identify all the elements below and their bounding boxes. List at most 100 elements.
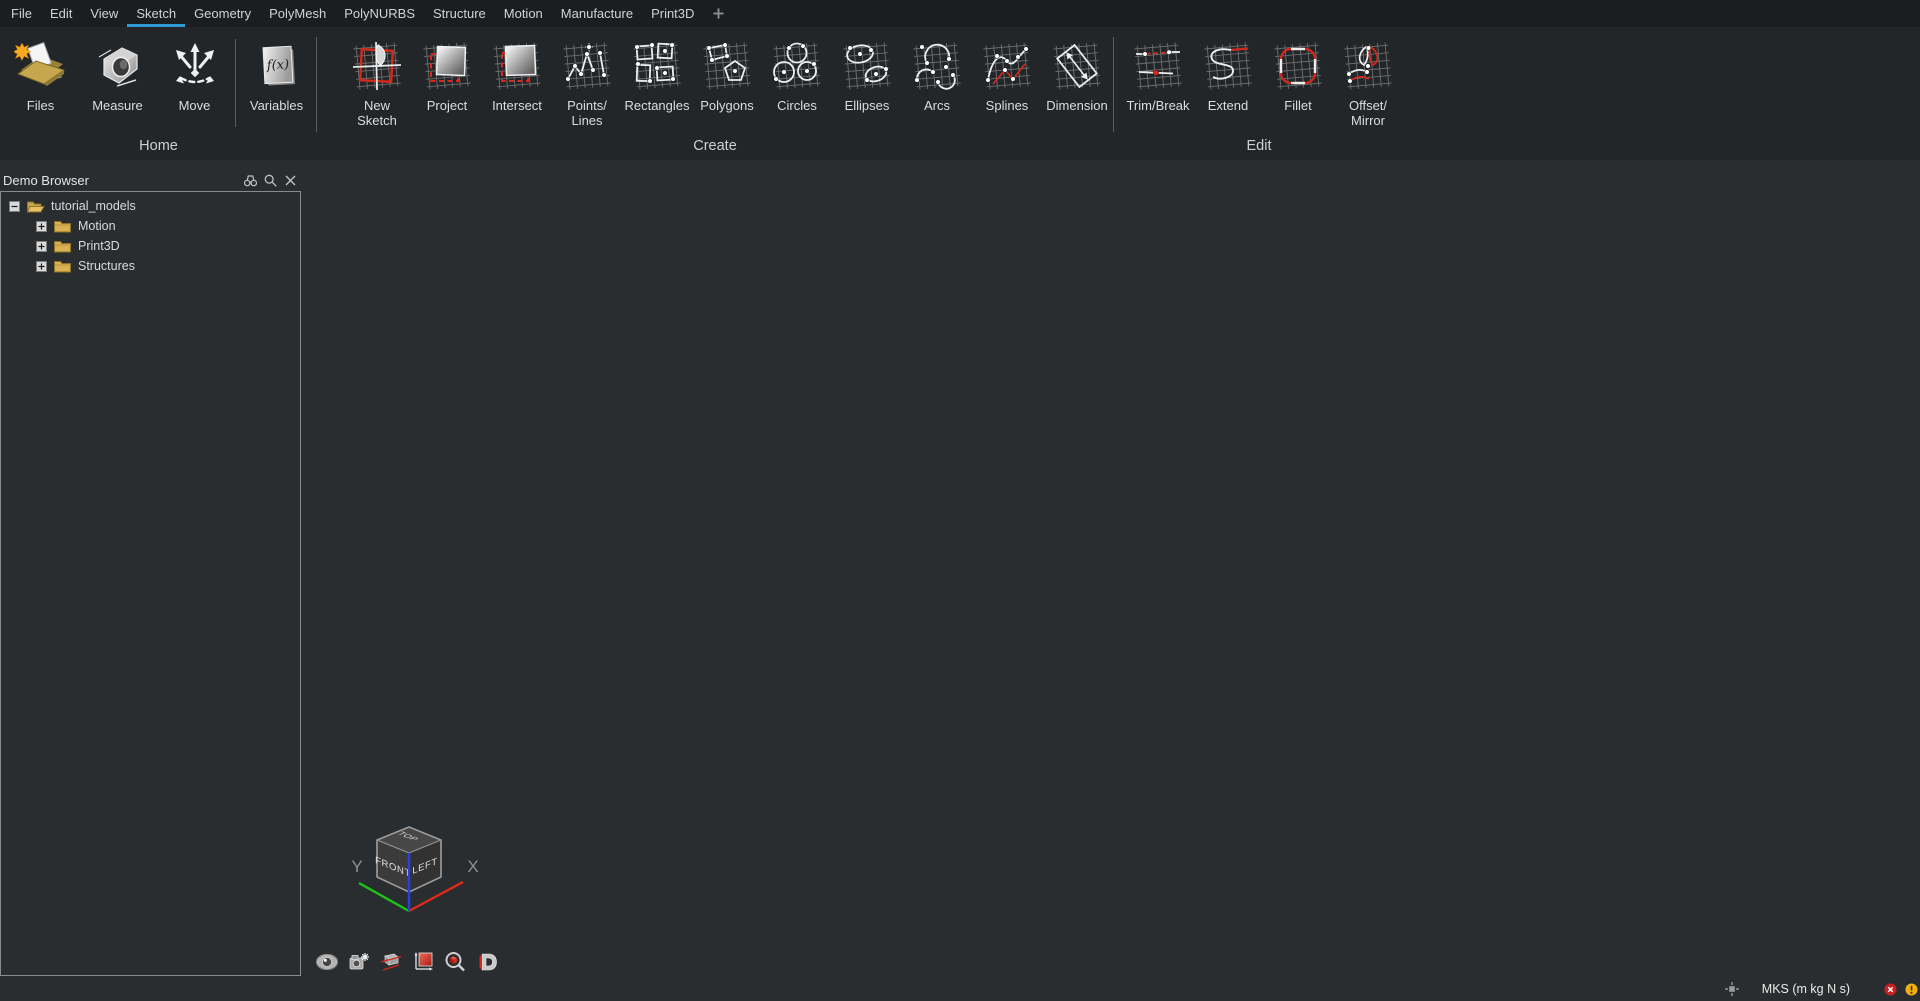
- view-cube[interactable]: Y X TOP FRONT LEFT: [345, 812, 485, 922]
- points-lines-icon: [560, 39, 614, 93]
- intersect-icon: [490, 39, 544, 93]
- tree-item-tutorial-models[interactable]: tutorial_models: [1, 196, 300, 216]
- ribbon-button-extend[interactable]: Extend: [1193, 39, 1263, 114]
- ribbon-button-intersect[interactable]: Intersect: [482, 39, 552, 114]
- snap-target-icon[interactable]: [1724, 981, 1740, 997]
- ribbon-button-points-lines[interactable]: Points/ Lines: [552, 39, 622, 128]
- ribbon-button-variables[interactable]: f(x)Variables: [238, 39, 315, 114]
- ribbon-group-label: Create: [318, 138, 1112, 160]
- folder-closed-icon: [53, 239, 72, 254]
- menu-item-view[interactable]: View: [81, 0, 127, 27]
- ribbon-group-create: New Sketch Project Intersect Points/ LinesR…: [318, 27, 1112, 160]
- tree-item-motion[interactable]: Motion: [1, 216, 300, 236]
- ribbon-toolbar: FilesMeasureMovef(x)VariablesHomeNew Ske…: [0, 27, 1920, 160]
- fillet-icon: [1271, 39, 1325, 93]
- ribbon-button-label: Extend: [1208, 99, 1248, 114]
- tree-plus-icon[interactable]: [36, 261, 47, 272]
- error-badge-icon[interactable]: [1884, 983, 1897, 996]
- ribbon-button-files[interactable]: Files: [2, 39, 79, 114]
- tree-item-print3d[interactable]: Print3D: [1, 236, 300, 256]
- project-icon: [420, 39, 474, 93]
- warning-badge-icon[interactable]: [1905, 983, 1918, 996]
- snapshot-camera-icon[interactable]: [347, 950, 371, 974]
- menu-item-structure[interactable]: Structure: [424, 0, 495, 27]
- files-icon: [14, 39, 68, 93]
- ribbon-button-label: Files: [27, 99, 54, 114]
- folder-closed-icon: [53, 259, 72, 274]
- ribbon-button-arcs[interactable]: Arcs: [902, 39, 972, 114]
- ribbon-button-project[interactable]: Project: [412, 39, 482, 114]
- tree-plus-icon[interactable]: [36, 221, 47, 232]
- ribbon-button-label: Offset/ Mirror: [1349, 99, 1387, 128]
- menu-item-motion[interactable]: Motion: [495, 0, 552, 27]
- tree-item-label: Motion: [78, 219, 116, 233]
- ribbon-button-label: Polygons: [700, 99, 753, 114]
- status-bar: MKS (m kg N s): [1724, 981, 1918, 997]
- ribbon-group-separator: [1113, 37, 1114, 132]
- plus-icon: [712, 7, 725, 23]
- ribbon-button-label: Ellipses: [845, 99, 890, 114]
- ribbon-button-label: Measure: [92, 99, 143, 114]
- axis-label-x: X: [467, 857, 478, 876]
- rectangles-icon: [630, 39, 684, 93]
- menu-item-edit[interactable]: Edit: [41, 0, 81, 27]
- folder-closed-icon: [53, 219, 72, 234]
- ribbon-button-fillet[interactable]: Fillet: [1263, 39, 1333, 114]
- ribbon-button-rectangles[interactable]: Rectangles: [622, 39, 692, 114]
- demo-browser-panel: Demo Browser tutorial_models Motion Print3…: [0, 170, 301, 976]
- search-icon[interactable]: [263, 173, 278, 188]
- polygons-icon: [700, 39, 754, 93]
- perspective-d-icon[interactable]: [475, 950, 499, 974]
- units-selector[interactable]: MKS (m kg N s): [1762, 982, 1850, 996]
- menu-item-geometry[interactable]: Geometry: [185, 0, 260, 27]
- move-icon: [168, 39, 222, 93]
- menu-item-manufacture[interactable]: Manufacture: [552, 0, 642, 27]
- add-ribbon-tab-button[interactable]: [703, 0, 734, 27]
- ribbon-button-offset-mirror[interactable]: Offset/ Mirror: [1333, 39, 1403, 128]
- close-icon[interactable]: [283, 173, 298, 188]
- ribbon-button-move[interactable]: Move: [156, 39, 233, 114]
- visibility-eye-icon[interactable]: [315, 950, 339, 974]
- tree-minus-icon[interactable]: [9, 201, 20, 212]
- menu-item-print3d[interactable]: Print3D: [642, 0, 703, 27]
- tree-item-label: tutorial_models: [51, 199, 136, 213]
- ribbon-group-edit: Trim/Break Extend Fillet Offset/ Mirror Edit: [1115, 27, 1403, 160]
- view-controls-toolbar: [315, 950, 499, 974]
- plane-axes-icon[interactable]: [411, 950, 435, 974]
- section-plane-icon[interactable]: [379, 950, 403, 974]
- ribbon-group-label: Edit: [1115, 138, 1403, 160]
- ribbon-button-label: Splines: [986, 99, 1029, 114]
- measure-icon: [91, 39, 145, 93]
- folder-open-icon: [26, 199, 45, 214]
- dimension-icon: [1050, 39, 1104, 93]
- menu-item-polymesh[interactable]: PolyMesh: [260, 0, 335, 27]
- ribbon-button-label: Move: [179, 99, 211, 114]
- ribbon-button-label: Arcs: [924, 99, 950, 114]
- ribbon-button-splines[interactable]: Splines: [972, 39, 1042, 114]
- circles-icon: [770, 39, 824, 93]
- ribbon-button-ellipses[interactable]: Ellipses: [832, 39, 902, 114]
- ribbon-button-trim-break[interactable]: Trim/Break: [1123, 39, 1193, 114]
- splines-icon: [980, 39, 1034, 93]
- tree-plus-icon[interactable]: [36, 241, 47, 252]
- ribbon-button-circles[interactable]: Circles: [762, 39, 832, 114]
- variables-icon: f(x): [250, 39, 304, 93]
- zoom-cube-icon[interactable]: [443, 950, 467, 974]
- ribbon-button-label: New Sketch: [357, 99, 397, 128]
- ribbon-button-label: Intersect: [492, 99, 542, 114]
- demo-browser-header: Demo Browser: [0, 170, 301, 190]
- menu-item-sketch[interactable]: Sketch: [127, 0, 185, 27]
- menu-item-file[interactable]: File: [2, 0, 41, 27]
- ribbon-button-measure[interactable]: Measure: [79, 39, 156, 114]
- ribbon-group-label: Home: [2, 138, 315, 160]
- tree-item-structures[interactable]: Structures: [1, 256, 300, 276]
- ribbon-button-new-sketch[interactable]: New Sketch: [342, 39, 412, 128]
- ribbon-button-polygons[interactable]: Polygons: [692, 39, 762, 114]
- ellipses-icon: [840, 39, 894, 93]
- panel-title: Demo Browser: [3, 173, 238, 188]
- menu-item-polynurbs[interactable]: PolyNURBS: [335, 0, 424, 27]
- ribbon-button-dimension[interactable]: Dimension: [1042, 39, 1112, 114]
- offset-mirror-icon: [1341, 39, 1395, 93]
- menu-bar: FileEditViewSketchGeometryPolyMeshPolyNU…: [0, 0, 1920, 27]
- binoculars-icon[interactable]: [243, 173, 258, 188]
